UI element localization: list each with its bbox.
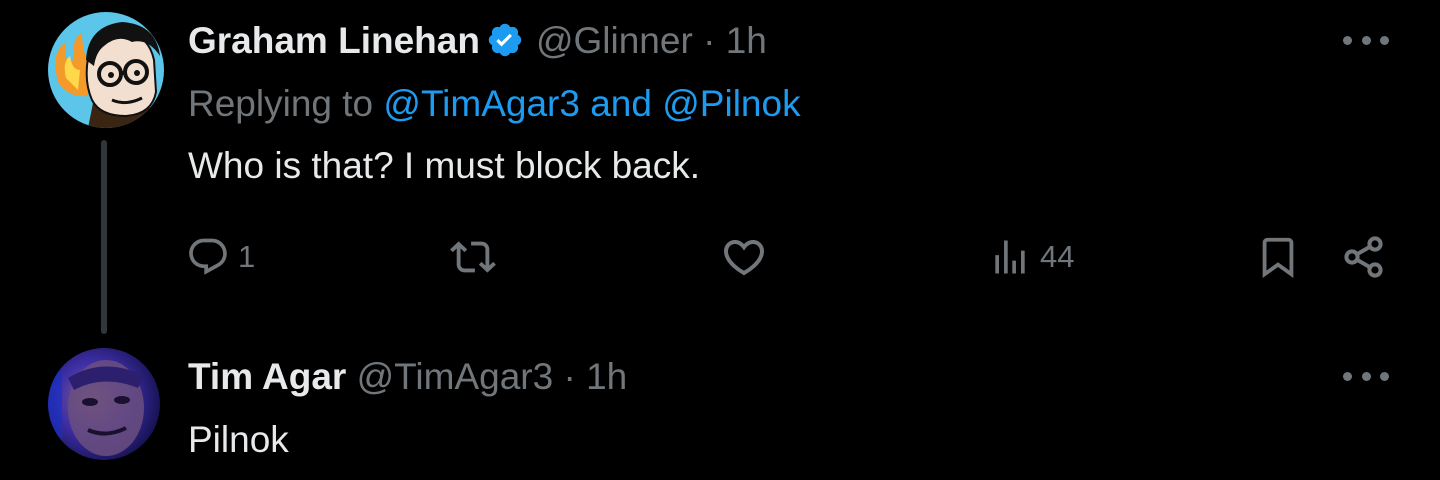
like-button[interactable]	[720, 232, 768, 282]
bookmark-icon	[1262, 237, 1294, 278]
separator: ·	[563, 356, 576, 397]
timestamp[interactable]: 1h	[586, 356, 627, 397]
reply-icon	[189, 238, 227, 275]
handle[interactable]: @Glinner	[536, 20, 693, 61]
like-icon	[723, 240, 765, 276]
tweet-text: Pilnok	[188, 419, 289, 460]
reply-count: 1	[238, 239, 256, 274]
timestamp[interactable]: 1h	[726, 20, 767, 61]
mention-pilnok[interactable]: @Pilnok	[662, 83, 800, 124]
share-button[interactable]	[1340, 232, 1388, 282]
views-icon	[995, 240, 1025, 274]
tweet-header: Tim Agar @TimAgar3 · 1h	[188, 355, 627, 399]
avatar[interactable]	[48, 12, 164, 128]
display-name[interactable]: Graham Linehan	[188, 20, 480, 61]
separator: ·	[703, 20, 716, 61]
handle[interactable]: @TimAgar3	[357, 356, 554, 397]
views-count: 44	[1040, 239, 1075, 274]
avatar[interactable]	[48, 348, 160, 460]
mention-conjunction: and	[590, 83, 652, 124]
display-name[interactable]: Tim Agar	[188, 356, 346, 397]
more-icon[interactable]	[1343, 368, 1389, 384]
verified-badge-icon[interactable]	[486, 21, 524, 69]
tweet-text: Who is that? I must block back.	[188, 145, 701, 186]
replying-prefix: Replying to	[188, 83, 374, 124]
reply-button[interactable]: 1	[186, 232, 255, 282]
replying-to: Replying to @TimAgar3 and @Pilnok	[188, 82, 801, 126]
bookmark-button[interactable]	[1255, 232, 1301, 282]
retweet-button[interactable]	[450, 232, 496, 282]
share-icon	[1344, 236, 1383, 278]
views-button[interactable]: 44	[988, 232, 1074, 282]
thread-line	[101, 140, 107, 334]
more-icon[interactable]	[1343, 32, 1389, 48]
retweet-icon	[450, 241, 496, 273]
mention-timagar3[interactable]: @TimAgar3	[383, 83, 580, 124]
tweet-graham-linehan[interactable]: Graham Linehan @Glinner · 1h Replying to …	[0, 0, 1440, 340]
tweet-header: Graham Linehan @Glinner · 1h	[188, 19, 767, 69]
